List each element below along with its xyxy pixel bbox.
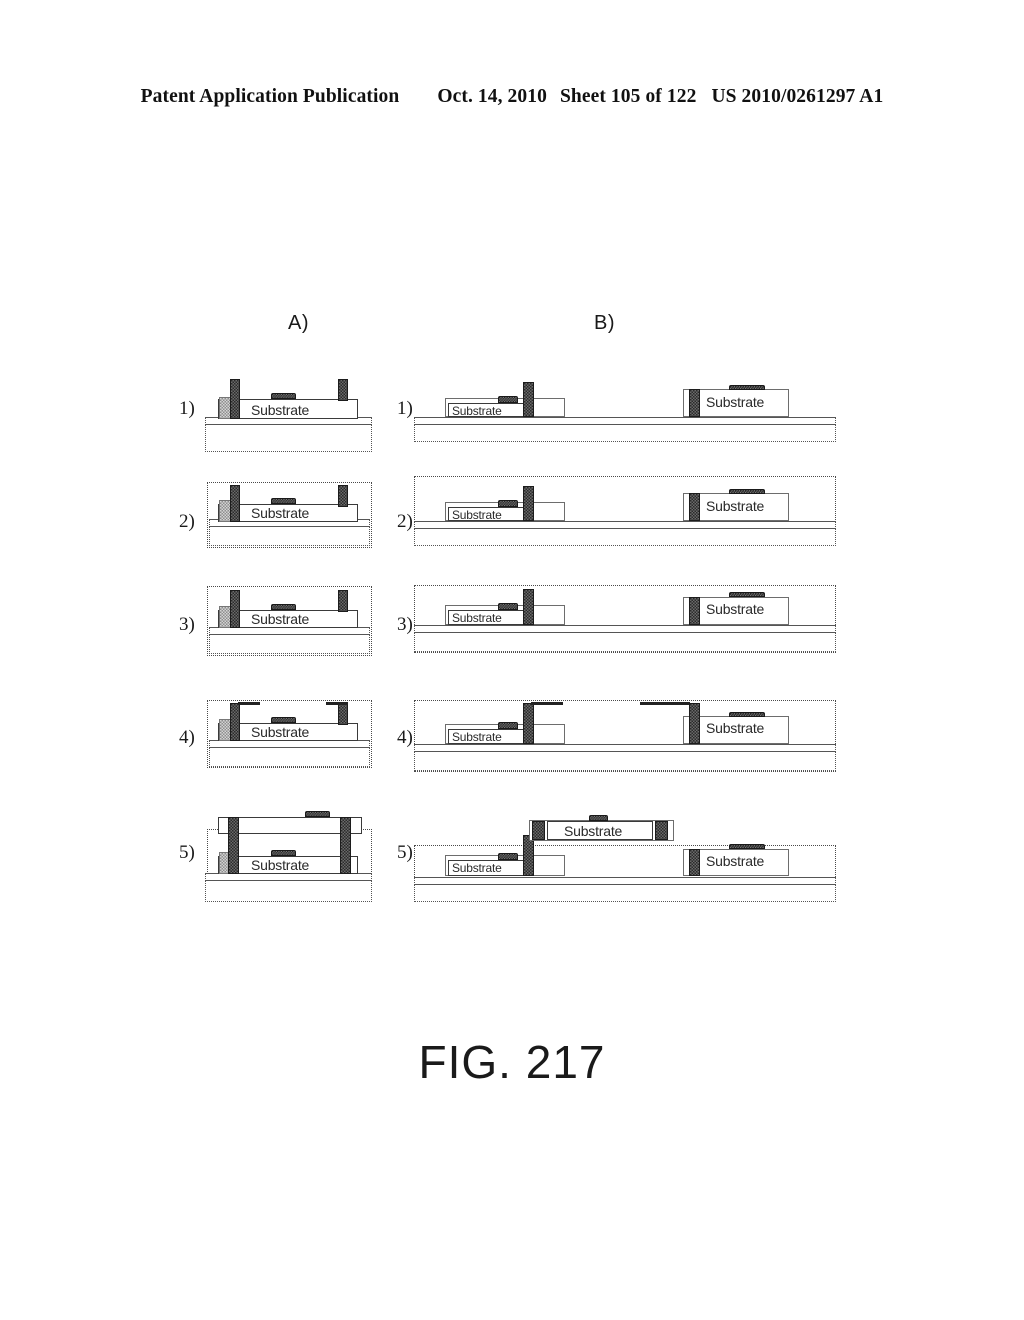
second-tier-bump: [305, 811, 330, 817]
column-label-b: B): [594, 312, 615, 334]
base-slab-thin-layer: [209, 740, 370, 748]
right-die-label: Substrate: [706, 853, 765, 869]
right-pillar: [689, 597, 700, 625]
panel-a-step-3-label: 3): [179, 614, 195, 635]
substrate-die-label: Substrate: [251, 724, 310, 740]
top-trace: [238, 702, 260, 705]
base-slab-thin-layer: [205, 873, 372, 881]
base-slab-thin-layer: [414, 877, 836, 885]
right-die-label: Substrate: [706, 601, 765, 617]
right-bump: [729, 712, 765, 717]
base-slab: [414, 751, 836, 771]
base-slab: [209, 526, 370, 546]
top-bump: [271, 393, 296, 399]
top-trace-left: [531, 702, 563, 705]
left-pillar: [230, 485, 240, 522]
left-pillar: [230, 590, 240, 628]
left-pillar: [523, 835, 534, 876]
substrate-die-label: Substrate: [251, 611, 310, 627]
left-pillar: [228, 817, 239, 874]
left-pillar: [523, 589, 534, 625]
right-pillar: [338, 703, 348, 725]
top-trace-right: [326, 702, 348, 705]
base-slab-thin-layer: [414, 744, 836, 752]
base-slab: [414, 884, 836, 902]
right-die-label: Substrate: [706, 394, 765, 410]
left-die-label: Substrate: [452, 404, 502, 418]
left-die-label: Substrate: [452, 611, 502, 625]
top-trace-right: [640, 702, 690, 705]
right-pillar: [340, 817, 351, 874]
left-bump: [498, 500, 518, 507]
right-bump: [729, 592, 765, 597]
panel-a-step-4-label: 4): [179, 727, 195, 748]
left-pillar: [523, 486, 534, 521]
right-pillar: [338, 485, 348, 507]
base-slab: [414, 528, 836, 546]
left-pillar: [230, 379, 240, 419]
left-pillar: [523, 703, 534, 744]
right-pillar: [338, 379, 348, 401]
base-slab: [414, 632, 836, 652]
panel-a-step-2-label: 2): [179, 511, 195, 532]
top-bump: [271, 604, 296, 610]
left-die-label: Substrate: [452, 730, 502, 744]
right-pillar: [338, 590, 348, 612]
right-pillar: [689, 493, 700, 521]
left-bump: [498, 603, 518, 610]
second-tier-left-pillar: [532, 821, 545, 840]
left-die-label: Substrate: [452, 508, 502, 522]
second-tier-bump: [589, 815, 608, 821]
panel-b-step-5-label: 5): [397, 842, 413, 863]
left-bump: [498, 722, 518, 729]
base-slab: [414, 424, 836, 442]
figure-caption: FIG. 217: [418, 1036, 606, 1088]
left-pillar: [230, 703, 240, 741]
right-pillar: [689, 389, 700, 417]
figure-drawing: A) B) 1) Substrate 2) Substrate 3) Subst…: [0, 0, 1024, 1320]
right-pillar: [689, 849, 700, 876]
column-label-a: A): [288, 312, 309, 334]
right-die-label: Substrate: [706, 720, 765, 736]
right-bump: [729, 489, 765, 494]
panel-b-step-1-label: 1): [397, 398, 413, 419]
right-bump: [729, 844, 765, 849]
left-bump: [498, 853, 518, 860]
panel-b-step-3-label: 3): [397, 614, 413, 635]
substrate-die-label: Substrate: [251, 402, 310, 418]
base-slab: [209, 747, 370, 767]
top-bump: [271, 717, 296, 723]
base-slab: [205, 880, 372, 902]
base-slab: [209, 634, 370, 654]
base-slab: [205, 424, 372, 452]
substrate-die-label: Substrate: [251, 857, 310, 873]
left-pillar: [523, 382, 534, 417]
base-slab-thin-layer: [414, 417, 836, 425]
top-bump: [271, 850, 296, 856]
base-slab-thin-layer: [209, 627, 370, 635]
base-slab-thin-layer: [414, 625, 836, 633]
panel-a-step-5-label: 5): [179, 842, 195, 863]
panel-a-step-1-label: 1): [179, 398, 195, 419]
left-die-label: Substrate: [452, 861, 502, 875]
right-bump: [729, 385, 765, 390]
right-die-label: Substrate: [706, 498, 765, 514]
right-pillar: [689, 703, 700, 744]
panel-b-step-2-label: 2): [397, 511, 413, 532]
second-tier-die-label: Substrate: [564, 823, 623, 839]
substrate-die-label: Substrate: [251, 505, 310, 521]
second-tier-right-pillar: [655, 821, 668, 840]
panel-b-step-4-label: 4): [397, 727, 413, 748]
base-slab-thin-layer: [414, 521, 836, 529]
left-bump: [498, 396, 518, 403]
top-bump: [271, 498, 296, 504]
